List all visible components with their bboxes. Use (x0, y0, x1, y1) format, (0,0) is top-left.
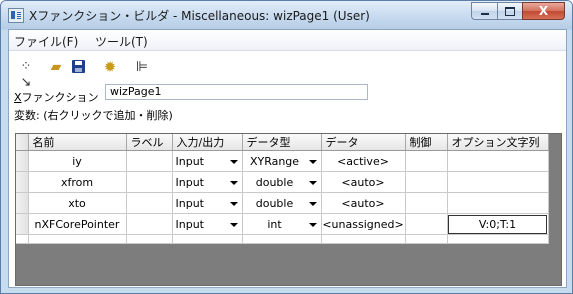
cell-control[interactable] (405, 150, 448, 172)
cell-label[interactable] (126, 171, 173, 193)
cell-control[interactable] (405, 192, 448, 214)
type-value: double (255, 176, 294, 189)
cell-data[interactable]: <auto> (321, 192, 406, 214)
io-dropdown[interactable]: Input (172, 171, 243, 193)
cell-empty (172, 234, 243, 244)
gear-icon[interactable]: ✹ (101, 59, 119, 75)
chevron-down-icon (308, 223, 317, 227)
row-header[interactable] (16, 192, 29, 214)
cell-control[interactable] (405, 171, 448, 193)
app-icon (8, 8, 24, 23)
xfunction-builder-window: Xファンクション・ビルダ - Miscellaneous: wizPage1 (… (0, 0, 573, 294)
column-header-label[interactable]: ラベル (126, 134, 173, 151)
toolbar: ⁘↘ ▰ ✹ ⊫ (9, 51, 566, 90)
chevron-down-icon (308, 160, 317, 164)
io-dropdown[interactable]: Input (172, 192, 243, 214)
column-header-io[interactable]: 入力/出力 (172, 134, 243, 151)
window-controls: X (471, 2, 565, 21)
table-row: xto Input double <auto> (16, 192, 549, 214)
row-header[interactable] (16, 150, 29, 172)
title-bar[interactable]: Xファンクション・ビルダ - Miscellaneous: wizPage1 (… (1, 1, 572, 29)
xfunction-name-label: Xファンクション (14, 91, 99, 104)
minimize-icon (480, 13, 489, 15)
io-dropdown[interactable]: Input (172, 213, 243, 235)
cell-data[interactable]: <active> (321, 150, 406, 172)
cell-label[interactable] (126, 192, 173, 214)
table-row-empty (16, 234, 549, 244)
row-header-corner (16, 134, 29, 151)
cell-data[interactable]: <auto> (321, 171, 406, 193)
cell-empty (126, 234, 173, 244)
chevron-down-icon (229, 223, 238, 227)
maximize-button[interactable] (497, 2, 522, 20)
tree-view-icon[interactable]: ⊫ (133, 59, 151, 75)
menu-bar: ファイル(F) ツール(T) (9, 30, 566, 51)
io-value: Input (175, 176, 204, 189)
table-row: xfrom Input double <auto> (16, 171, 549, 193)
chevron-down-icon (229, 202, 238, 206)
type-value: XYRange (249, 155, 300, 168)
column-header-option[interactable]: オプション文字列 (447, 134, 549, 151)
type-dropdown[interactable]: XYRange (242, 150, 322, 172)
cell-option[interactable] (447, 171, 549, 193)
io-value: Input (175, 218, 204, 231)
minimize-button[interactable] (471, 2, 497, 20)
chevron-down-icon (229, 160, 238, 164)
chevron-down-icon (308, 181, 317, 185)
table-header-row: 名前 ラベル 入力/出力 データ型 データ 制御 オプション文字列 (16, 134, 549, 151)
cell-name[interactable]: iy (28, 150, 127, 172)
cell-empty (242, 234, 322, 244)
cell-name[interactable]: xto (28, 192, 127, 214)
open-folder-icon[interactable]: ▰ (47, 59, 65, 75)
cell-option-selected[interactable]: V:0;T:1 (447, 213, 549, 235)
cell-option[interactable] (447, 192, 549, 214)
type-dropdown[interactable]: double (242, 171, 322, 193)
row-header[interactable] (16, 171, 29, 193)
variables-label: 変数: (右クリックで追加・削除) (14, 109, 173, 122)
row-header[interactable] (16, 234, 29, 244)
variables-table: 名前 ラベル 入力/出力 データ型 データ 制御 オプション文字列 iy Inp… (16, 134, 549, 244)
cell-name[interactable]: nXFCorePointer (28, 213, 127, 235)
cell-empty (447, 234, 549, 244)
type-dropdown[interactable]: double (242, 192, 322, 214)
table-row: iy Input XYRange <active> (16, 150, 549, 172)
column-header-control[interactable]: 制御 (405, 134, 448, 151)
io-value: Input (175, 155, 204, 168)
io-dropdown[interactable]: Input (172, 150, 243, 172)
row-header[interactable] (16, 213, 29, 235)
cell-control[interactable] (405, 213, 448, 235)
close-button[interactable]: X (522, 2, 565, 20)
window-title: Xファンクション・ビルダ - Miscellaneous: wizPage1 (… (29, 9, 370, 23)
cell-label[interactable] (126, 213, 173, 235)
cell-label[interactable] (126, 150, 173, 172)
menu-file[interactable]: ファイル(F) (14, 33, 78, 50)
column-header-type[interactable]: データ型 (242, 134, 322, 151)
close-icon: X (538, 4, 549, 18)
client-area: ファイル(F) ツール(T) ⁘↘ ▰ ✹ ⊫ Xファンクション wizPage… (8, 29, 567, 288)
cell-empty (321, 234, 406, 244)
new-wand-icon[interactable]: ⁘↘ (17, 59, 35, 90)
xfunction-name-input[interactable]: wizPage1 (105, 84, 368, 100)
cell-option[interactable] (447, 150, 549, 172)
io-value: Input (175, 197, 204, 210)
cell-data[interactable]: <unassigned> (321, 213, 406, 235)
cell-empty (28, 234, 127, 244)
maximize-icon (505, 6, 515, 16)
type-value: double (255, 197, 294, 210)
save-disk-icon[interactable] (70, 59, 88, 75)
menu-tools[interactable]: ツール(T) (95, 33, 148, 50)
chevron-down-icon (308, 202, 317, 206)
type-dropdown[interactable]: int (242, 213, 322, 235)
column-header-name[interactable]: 名前 (28, 134, 127, 151)
variables-grid: 名前 ラベル 入力/出力 データ型 データ 制御 オプション文字列 iy Inp… (15, 133, 562, 286)
table-row: nXFCorePointer Input int <unassigned> V:… (16, 213, 549, 235)
cell-empty (405, 234, 448, 244)
cell-name[interactable]: xfrom (28, 171, 127, 193)
type-value: int (267, 218, 282, 231)
column-header-data[interactable]: データ (321, 134, 406, 151)
chevron-down-icon (229, 181, 238, 185)
